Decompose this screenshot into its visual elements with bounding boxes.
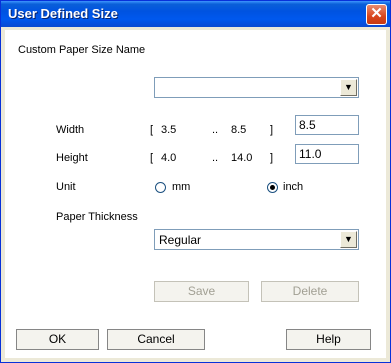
height-range-close: ] — [270, 152, 274, 164]
custom-paper-size-name-combo[interactable]: ▼ — [154, 77, 359, 98]
cancel-button[interactable]: Cancel — [107, 329, 205, 350]
user-defined-size-dialog: User Defined Size ✕ Custom Paper Size Na… — [0, 0, 391, 363]
height-min: 4.0 — [161, 152, 177, 164]
paper-thickness-value: Regular — [159, 233, 202, 247]
unit-mm-radio[interactable] — [155, 182, 166, 193]
close-icon[interactable]: ✕ — [366, 4, 387, 25]
help-button[interactable]: Help — [286, 329, 371, 350]
height-range-dots: .. — [212, 152, 219, 164]
width-range-open: [ — [150, 124, 154, 136]
custom-paper-size-name-label: Custom Paper Size Name — [18, 44, 146, 56]
width-label: Width — [56, 124, 85, 136]
height-max: 14.0 — [231, 152, 253, 164]
save-button[interactable]: Save — [154, 281, 249, 302]
width-input[interactable]: 8.5 — [295, 115, 359, 135]
unit-label: Unit — [56, 181, 76, 193]
width-range-dots: .. — [212, 124, 219, 136]
title-bar: User Defined Size ✕ — [1, 1, 390, 27]
chevron-down-icon[interactable]: ▼ — [340, 231, 357, 248]
unit-inch-radio[interactable] — [267, 182, 278, 193]
width-range-close: ] — [270, 124, 274, 136]
paper-thickness-select[interactable]: Regular ▼ — [154, 229, 359, 250]
chevron-down-icon[interactable]: ▼ — [340, 79, 357, 96]
height-input[interactable]: 11.0 — [295, 144, 359, 164]
unit-inch-label: inch — [283, 181, 304, 193]
ok-button[interactable]: OK — [16, 329, 99, 350]
width-min: 3.5 — [161, 124, 177, 136]
delete-button[interactable]: Delete — [261, 281, 359, 302]
dialog-title: User Defined Size — [8, 6, 118, 21]
width-max: 8.5 — [231, 124, 247, 136]
unit-mm-label: mm — [172, 181, 191, 193]
paper-thickness-label: Paper Thickness — [56, 211, 138, 223]
height-label: Height — [56, 152, 88, 164]
height-range-open: [ — [150, 152, 154, 164]
dialog-content: Custom Paper Size Name ▼ Width [ 3.5 .. … — [5, 30, 386, 358]
